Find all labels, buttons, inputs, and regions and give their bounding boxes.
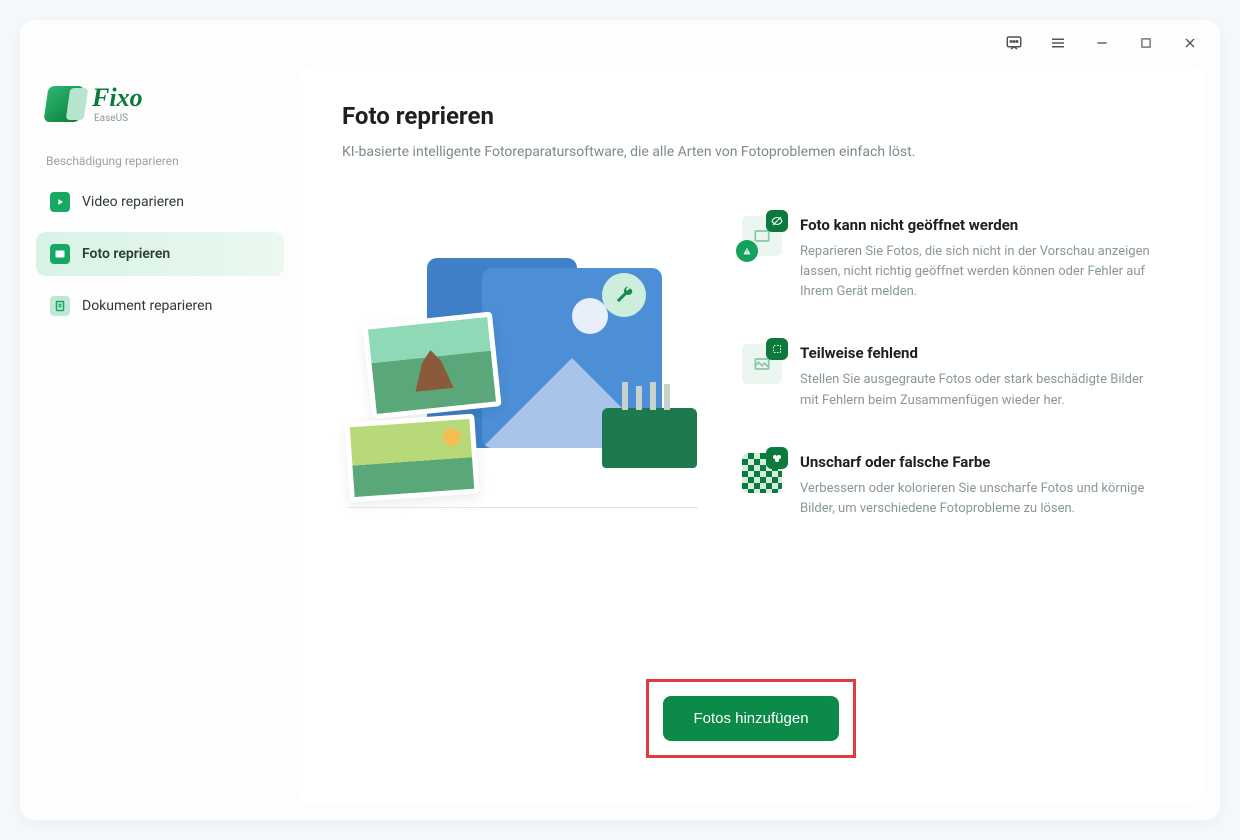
feature-desc: Stellen Sie ausgegraute Fotos oder stark… [800,370,1160,410]
titlebar [20,20,1220,66]
cannot-open-icon [742,216,782,256]
brand: Fixo EaseUS [36,66,284,150]
partial-missing-icon [742,344,782,384]
sidebar-item-video-repair[interactable]: Video reparieren [36,180,284,224]
feature-title: Unscharf oder falsche Farbe [800,453,1160,471]
brand-logo-icon [43,86,84,122]
feedback-icon[interactable] [1004,33,1024,53]
sidebar: Fixo EaseUS Beschädigung reparieren Vide… [36,66,284,804]
alert-icon [736,240,758,262]
wrench-icon [602,273,646,317]
feature-desc: Verbessern oder kolorieren Sie unscharfe… [800,479,1160,519]
minimize-button[interactable] [1092,33,1112,53]
feature-desc: Reparieren Sie Fotos, die sich nicht in … [800,242,1160,302]
feature-title: Teilweise fehlend [800,344,1160,362]
brand-subtitle: EaseUS [94,113,143,124]
brand-title: Fixo [92,84,143,113]
photo-icon [50,244,70,264]
sidebar-item-document-repair[interactable]: Dokument reparieren [36,284,284,328]
pixel-icon [742,453,782,493]
sidebar-item-photo-repair[interactable]: Foto reprieren [36,232,284,276]
feature-partial-missing: Teilweise fehlend Stellen Sie ausgegraut… [742,344,1160,410]
app-window: Fixo EaseUS Beschädigung reparieren Vide… [20,20,1220,820]
main-panel: Foto reprieren KI-basierte intelligente … [298,66,1204,804]
page-title: Foto reprieren [342,102,1160,130]
feature-list: Foto kann nicht geöffnet werden Reparier… [742,208,1160,619]
feature-cannot-open: Foto kann nicht geöffnet werden Reparier… [742,216,1160,302]
sidebar-item-label: Foto reprieren [82,246,170,262]
feature-title: Foto kann nicht geöffnet werden [800,216,1160,234]
video-icon [50,192,70,212]
hero-illustration [342,218,702,508]
eye-off-icon [766,210,788,232]
close-button[interactable] [1180,33,1200,53]
cta-highlight-box: Fotos hinzufügen [646,679,855,758]
document-icon [50,296,70,316]
sidebar-section-label: Beschädigung reparieren [36,150,284,180]
page-subtitle: KI-basierte intelligente Fotoreparaturso… [342,144,1160,160]
maximize-button[interactable] [1136,33,1156,53]
menu-icon[interactable] [1048,33,1068,53]
crop-icon [766,338,788,360]
sidebar-item-label: Dokument reparieren [82,298,212,314]
feature-blur-color: Unscharf oder falsche Farbe Verbessern o… [742,453,1160,519]
sidebar-item-label: Video reparieren [82,194,184,210]
add-photos-button[interactable]: Fotos hinzufügen [663,696,838,741]
color-icon [766,447,788,469]
